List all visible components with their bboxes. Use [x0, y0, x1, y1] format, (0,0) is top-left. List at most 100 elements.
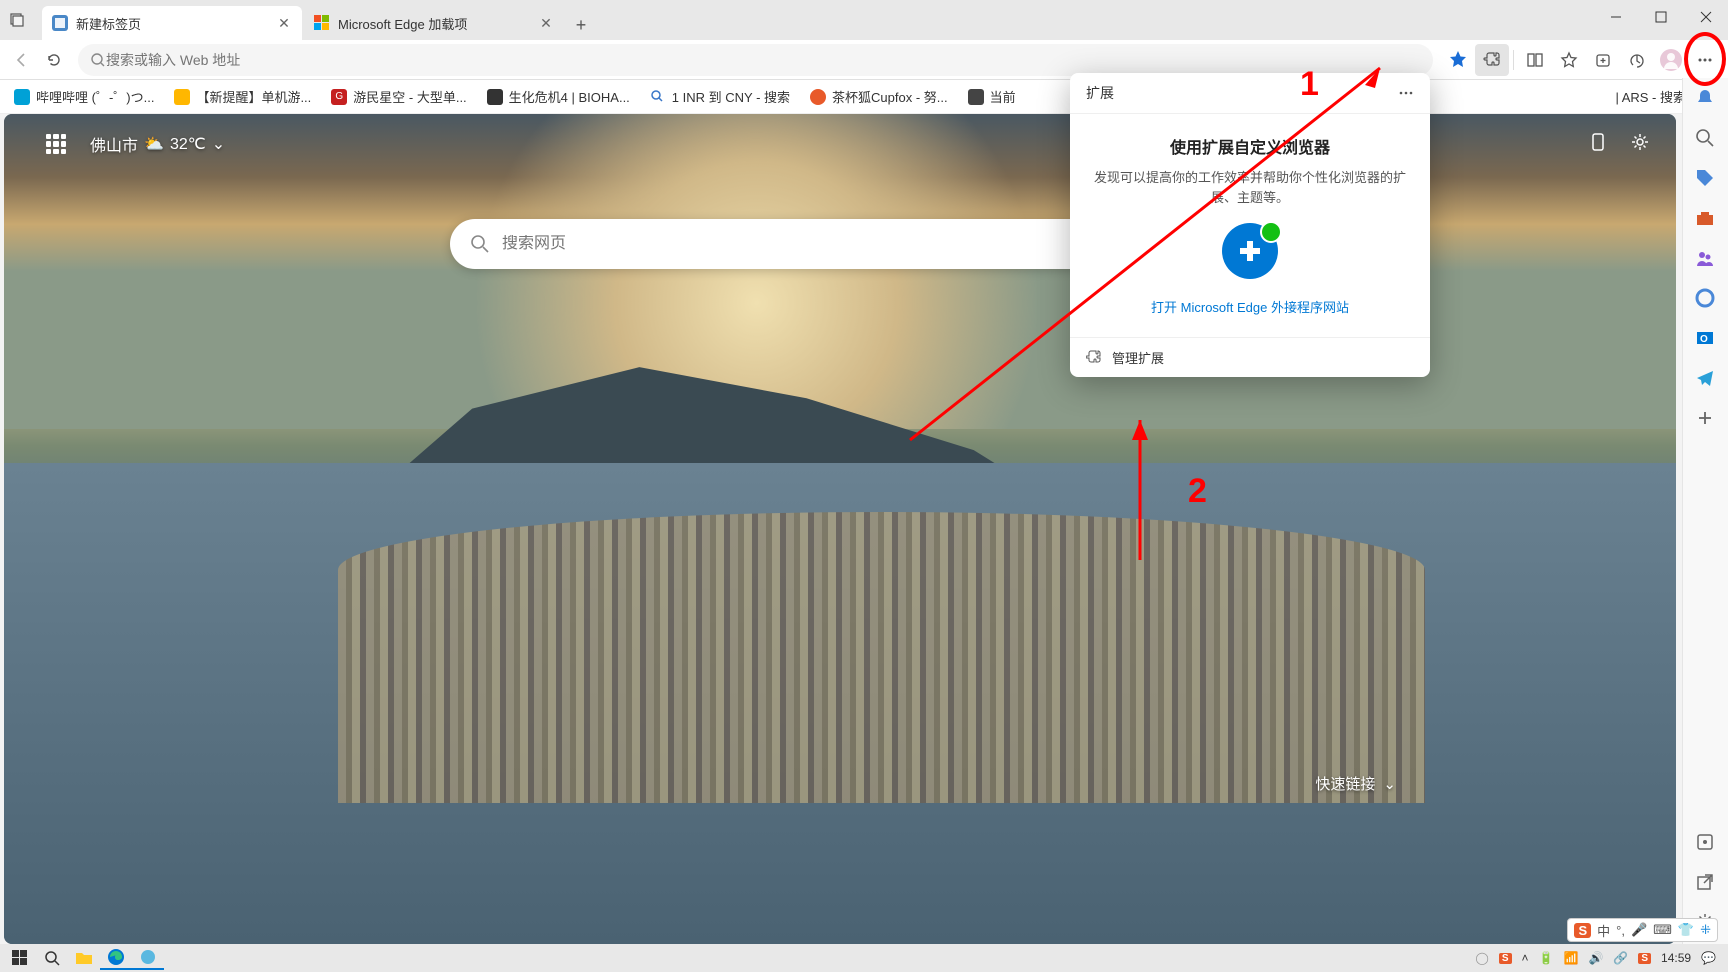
refresh-button[interactable]: [38, 44, 70, 76]
taskbar-search-icon[interactable]: [36, 946, 68, 970]
popup-body: 使用扩展自定义浏览器 发现可以提高你的工作效率并帮助你个性化浏览器的扩展、主题等…: [1070, 114, 1430, 337]
bookmark-label: 茶杯狐Cupfox - 努...: [832, 87, 948, 106]
search-icon: [90, 52, 106, 68]
sogou-tray-icon[interactable]: S: [1499, 953, 1512, 964]
ime-bar[interactable]: S 中 °, 🎤 ⌨ 👕 ⁜: [1567, 918, 1718, 942]
ime-tool-icon[interactable]: 👕: [1678, 922, 1694, 938]
close-icon[interactable]: ✕: [276, 15, 292, 31]
tabs-container: 新建标签页 ✕ Microsoft Edge 加载项 ✕ +: [42, 0, 596, 40]
search-icon[interactable]: [1695, 128, 1717, 150]
outlook-icon[interactable]: O: [1695, 328, 1717, 350]
bookmark-current[interactable]: 当前: [960, 84, 1024, 109]
battery-icon[interactable]: 🔋: [1539, 951, 1554, 965]
external-link-icon[interactable]: [1695, 872, 1717, 894]
clock[interactable]: 14:59: [1661, 951, 1691, 965]
performance-icon[interactable]: [1620, 44, 1654, 76]
bookmark-cupfox[interactable]: 茶杯狐Cupfox - 努...: [802, 84, 956, 109]
app-launcher-icon[interactable]: [46, 134, 66, 154]
back-button[interactable]: [6, 44, 38, 76]
office-icon[interactable]: [1695, 288, 1717, 310]
new-tab-button[interactable]: +: [566, 10, 596, 40]
ime-logo: S: [1574, 923, 1591, 938]
collections-icon[interactable]: [1586, 44, 1620, 76]
mobile-icon[interactable]: [1588, 132, 1610, 154]
bookmark-label: 游民星空 - 大型单...: [353, 87, 466, 106]
toolbar-icons: [1441, 44, 1722, 76]
popup-description: 发现可以提高你的工作效率并帮助你个性化浏览器的扩展、主题等。: [1094, 168, 1406, 207]
close-icon[interactable]: ✕: [538, 15, 554, 31]
ime-grid-icon[interactable]: ⁜: [1700, 922, 1711, 938]
annotation-circle: [1684, 32, 1726, 86]
minimize-button[interactable]: [1593, 0, 1638, 34]
window-controls: [1593, 0, 1728, 34]
weather-city: 佛山市: [90, 132, 138, 156]
tab-favicon: [314, 15, 330, 31]
tab-title: 新建标签页: [76, 14, 276, 33]
bookmark-icon: [487, 89, 503, 105]
ime-lang: 中: [1597, 921, 1610, 940]
ntp-top-right: [1588, 132, 1652, 154]
bookmark-label: 【新提醒】单机游...: [196, 87, 311, 106]
taskbar: ◯ S ˄ 🔋 📶 🔊 🔗 S 14:59 💬: [0, 944, 1728, 972]
file-explorer-icon[interactable]: [68, 946, 100, 970]
tab-new-tab[interactable]: 新建标签页 ✕: [42, 6, 302, 40]
gear-icon[interactable]: [1630, 132, 1652, 154]
open-addons-link[interactable]: 打开 Microsoft Edge 外接程序网站: [1151, 300, 1349, 315]
discover-icon[interactable]: [1695, 832, 1717, 854]
bookmark-label: | ARS - 搜索: [1615, 87, 1686, 106]
title-bar: 新建标签页 ✕ Microsoft Edge 加载项 ✕ +: [0, 0, 1728, 40]
address-bar: [0, 40, 1728, 80]
toolbox-icon[interactable]: [1695, 208, 1717, 230]
close-window-button[interactable]: [1683, 0, 1728, 34]
bookmark-icon: [14, 89, 30, 105]
tray-chevron-icon[interactable]: ˄: [1522, 951, 1529, 965]
shopping-tag-icon[interactable]: [1695, 168, 1717, 190]
svg-text:O: O: [1700, 334, 1708, 345]
favorites-icon[interactable]: [1552, 44, 1586, 76]
popup-title: 扩展: [1086, 83, 1114, 103]
weather-widget[interactable]: 佛山市 ⛅ 32℃ ⌄: [90, 132, 225, 156]
manage-extensions-label: 管理扩展: [1112, 348, 1164, 367]
edge-sidebar: O: [1682, 78, 1728, 944]
address-input[interactable]: [106, 52, 1421, 68]
wifi-icon[interactable]: 📶: [1563, 951, 1578, 965]
microphone-icon[interactable]: 🎤: [1631, 922, 1647, 938]
tab-actions-button[interactable]: [2, 5, 32, 35]
tab-title: Microsoft Edge 加载项: [338, 14, 538, 33]
app-icon[interactable]: [132, 946, 164, 970]
chevron-down-icon: ⌄: [1383, 775, 1396, 793]
bookmark-icon: [968, 89, 984, 105]
edge-browser-icon[interactable]: [100, 946, 132, 970]
people-icon[interactable]: [1695, 248, 1717, 270]
address-input-container[interactable]: [78, 44, 1433, 76]
profile-avatar[interactable]: [1654, 44, 1688, 76]
volume-icon[interactable]: 🔊: [1588, 951, 1603, 965]
quick-links-toggle[interactable]: 快速链接 ⌄: [1315, 773, 1396, 794]
bookmark-gamersky[interactable]: G游民星空 - 大型单...: [323, 84, 474, 109]
weather-icon: ⛅: [144, 134, 164, 154]
link-icon[interactable]: 🔗: [1613, 951, 1628, 965]
favorite-star-icon[interactable]: [1441, 44, 1475, 76]
bookmark-label: 哔哩哔哩 (゜-゜)つ...: [36, 87, 154, 106]
notifications-icon[interactable]: 💬: [1701, 951, 1716, 965]
search-icon: [650, 89, 666, 105]
bookmark-inr-cny[interactable]: 1 INR 到 CNY - 搜索: [642, 84, 798, 109]
popup-footer[interactable]: 管理扩展: [1070, 337, 1430, 377]
weather-temp: 32℃: [170, 134, 206, 154]
maximize-button[interactable]: [1638, 0, 1683, 34]
sogou-tray-icon-2[interactable]: S: [1638, 953, 1651, 964]
tray-icon[interactable]: ◯: [1475, 951, 1488, 965]
start-button[interactable]: [4, 946, 36, 970]
popup-more-icon[interactable]: [1398, 85, 1414, 101]
bookmark-biohazard[interactable]: 生化危机4 | BIOHA...: [479, 84, 638, 109]
bookmark-item[interactable]: 【新提醒】单机游...: [166, 84, 319, 109]
bookmark-bilibili[interactable]: 哔哩哔哩 (゜-゜)つ...: [6, 84, 162, 109]
extensions-button[interactable]: [1475, 44, 1509, 76]
bookmark-label: 当前: [990, 87, 1016, 106]
keyboard-icon[interactable]: ⌨: [1653, 922, 1672, 938]
notification-bell-icon[interactable]: [1695, 88, 1717, 110]
split-screen-icon[interactable]: [1518, 44, 1552, 76]
telegram-icon[interactable]: [1695, 368, 1717, 390]
add-icon[interactable]: [1695, 408, 1717, 430]
tab-edge-addons[interactable]: Microsoft Edge 加载项 ✕: [304, 6, 564, 40]
